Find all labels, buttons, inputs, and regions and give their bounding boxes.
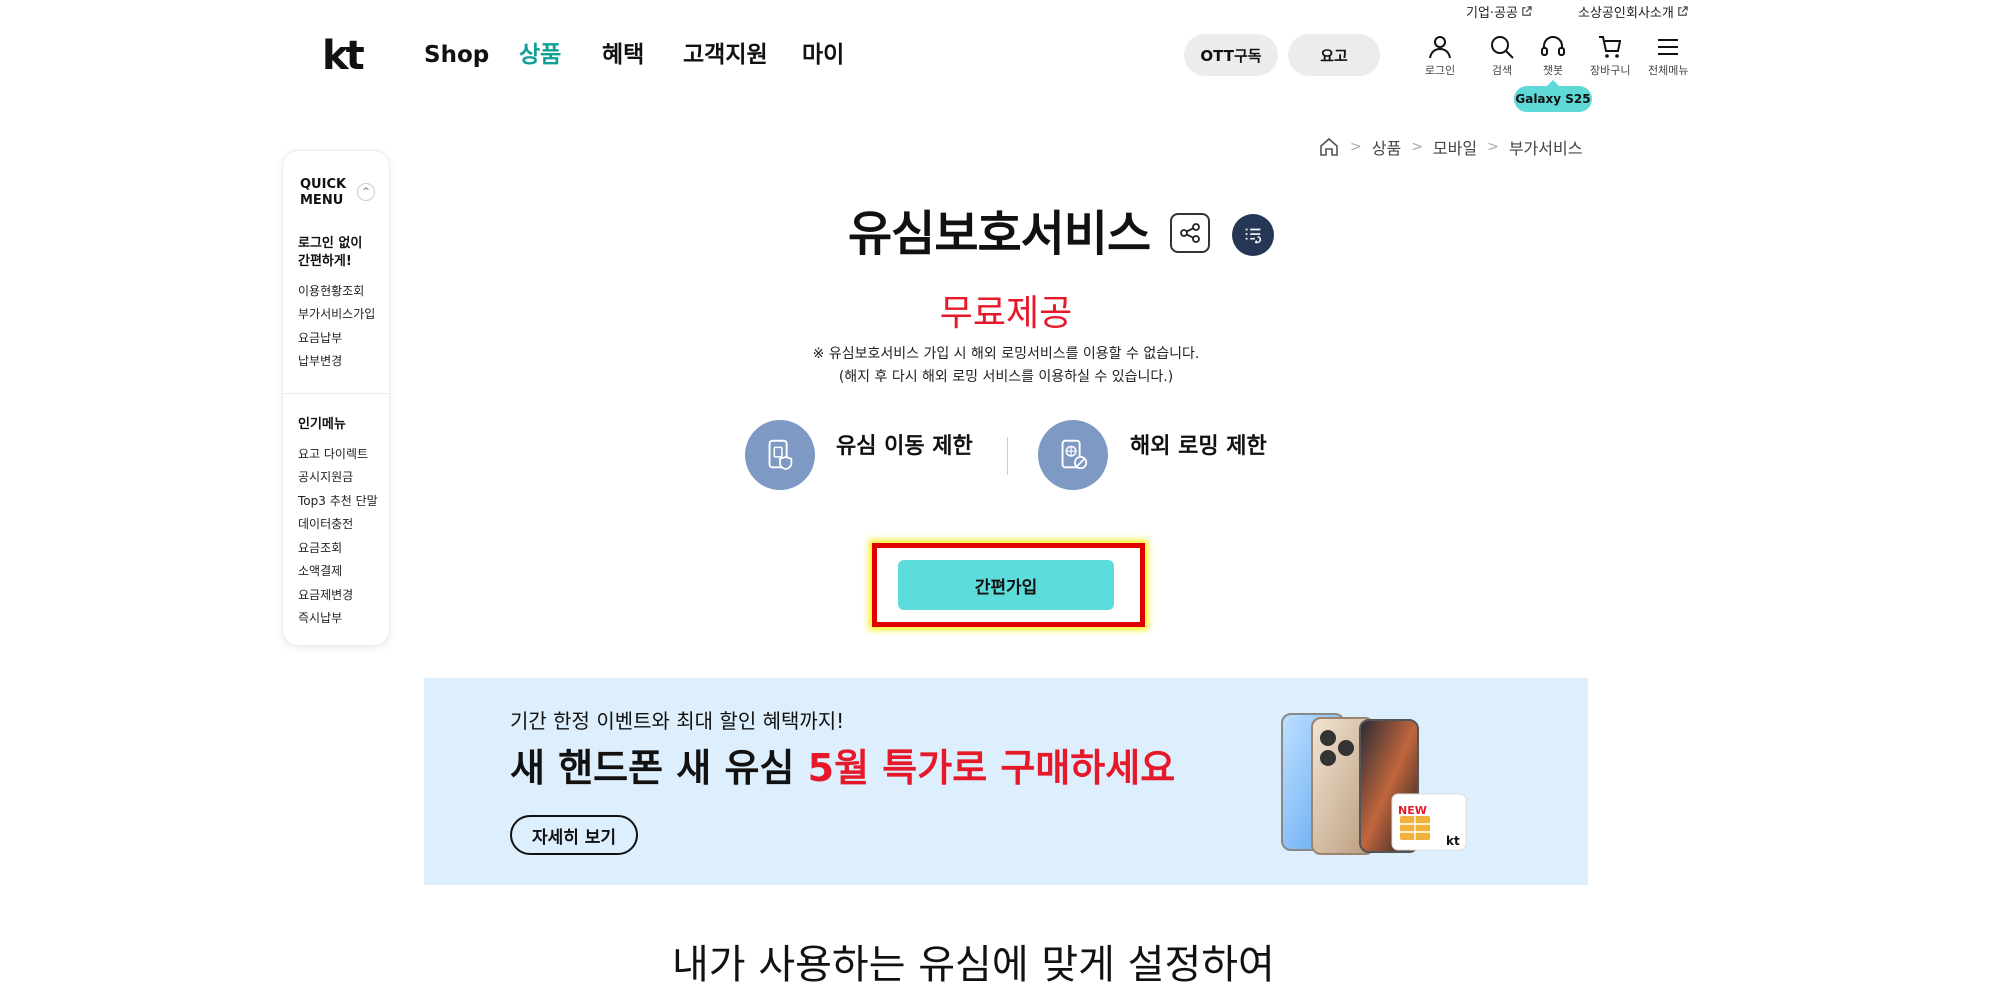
section-heading: 내가 사용하는 유심에 맞게 설정하여 xyxy=(672,942,1275,988)
quick-item-usage[interactable]: 이용현황조회 xyxy=(298,283,364,299)
search-icon xyxy=(1491,36,1514,59)
breadcrumb-addon[interactable]: 부가서비스 xyxy=(1509,135,1583,159)
quick-item-instant-pay[interactable]: 즉시납부 xyxy=(298,610,342,626)
util-link-enterprise[interactable]: 기업·공공 xyxy=(1466,2,1532,21)
page-title: 유심보호서비스 xyxy=(848,206,1151,262)
search-label: 검색 xyxy=(1491,64,1513,77)
feature-divider xyxy=(1007,437,1008,475)
chatbot-button[interactable]: 챗봇 xyxy=(1533,34,1573,78)
quick-item-bill-pay[interactable]: 요금납부 xyxy=(298,330,342,346)
cart-icon xyxy=(1599,36,1622,58)
search-button[interactable]: 검색 xyxy=(1482,34,1522,78)
gnb-shop[interactable]: Shop xyxy=(424,40,489,70)
breadcrumb-products[interactable]: 상품 xyxy=(1372,135,1401,159)
kt-logo[interactable]: kt xyxy=(322,34,365,78)
external-link-icon xyxy=(1678,6,1688,16)
list-button[interactable] xyxy=(1232,214,1274,256)
util-link-company[interactable]: 회사소개 xyxy=(1626,2,1688,21)
notice-line-1: ※ 유심보호서비스 가입 시 해외 로밍서비스를 이용할 수 없습니다. xyxy=(812,346,1200,362)
util-link-label: 회사소개 xyxy=(1626,6,1674,21)
cart-label: 장바구니 xyxy=(1590,64,1631,77)
external-link-icon xyxy=(1522,6,1532,16)
share-icon xyxy=(1180,223,1200,243)
chevron-right-icon: > xyxy=(1350,139,1362,155)
feature-sim-move-restrict: 유심 이동 제한 xyxy=(836,434,973,459)
breadcrumb-mobile[interactable]: 모바일 xyxy=(1433,135,1477,159)
notice-line-2: (해지 후 다시 해외 로밍 서비스를 이용하실 수 있습니다.) xyxy=(838,369,1174,385)
quick-item-top3[interactable]: Top3 추천 단말 xyxy=(298,493,378,509)
chevron-right-icon: > xyxy=(1487,139,1499,155)
galaxy-s25-badge[interactable]: Galaxy S25 xyxy=(1514,80,1592,112)
banner-detail-button[interactable]: 자세히 보기 xyxy=(510,815,638,855)
login-label: 로그인 xyxy=(1424,64,1456,77)
gnb-support[interactable]: 고객지원 xyxy=(683,40,768,70)
quick-item-pay-change[interactable]: 납부변경 xyxy=(298,353,342,369)
sim-new-label: NEW xyxy=(1398,804,1427,817)
cart-button[interactable]: 장바구니 xyxy=(1590,34,1630,78)
feature-roaming-restrict: 해외 로밍 제한 xyxy=(1130,434,1267,459)
headset-icon xyxy=(1541,36,1565,56)
quick-item-micropay[interactable]: 소액결제 xyxy=(298,563,342,579)
quick-menu: QUICK MENU ^ 로그인 없이 간편하게! 이용현황조회 부가서비스가입… xyxy=(282,150,390,646)
gnb-benefits[interactable]: 혜택 xyxy=(602,40,644,70)
list-back-icon xyxy=(1245,228,1261,244)
yogo-button[interactable]: 요고 xyxy=(1288,34,1380,76)
login-button[interactable]: 로그인 xyxy=(1420,34,1460,78)
util-link-label: 소상공인 xyxy=(1578,6,1626,21)
util-link-smallbiz[interactable]: 소상공인 xyxy=(1578,2,1626,21)
breadcrumb: > 상품 > 모바일 > 부가서비스 xyxy=(1318,135,1582,159)
quick-section-title: 로그인 없이 간편하게! xyxy=(298,236,363,269)
chatbot-label: 챗봇 xyxy=(1542,64,1564,77)
banner-title: 새 핸드폰 새 유심 5월 특가로 구매하세요 xyxy=(510,744,1175,792)
quick-item-subsidy[interactable]: 공시지원금 xyxy=(298,469,353,485)
banner-title-black: 새 핸드폰 새 유심 xyxy=(510,746,808,790)
all-menu-button[interactable]: 전체메뉴 xyxy=(1648,34,1688,78)
roaming-block-icon xyxy=(1038,420,1108,490)
home-icon[interactable] xyxy=(1318,136,1340,158)
all-menu-label: 전체메뉴 xyxy=(1648,64,1689,77)
chevron-right-icon: > xyxy=(1411,139,1423,155)
simple-join-button[interactable]: 간편가입 xyxy=(898,560,1114,610)
quick-popular-title: 인기메뉴 xyxy=(298,417,346,432)
banner-subtitle: 기간 한정 이벤트와 최대 할인 혜택까지! xyxy=(510,709,845,733)
share-button[interactable] xyxy=(1170,213,1210,253)
menu-icon xyxy=(1658,39,1678,55)
gnb-products[interactable]: 상품 xyxy=(519,40,561,70)
user-icon xyxy=(1429,36,1451,59)
util-link-label: 기업·공공 xyxy=(1466,6,1518,21)
quick-item-addon-join[interactable]: 부가서비스가입 xyxy=(298,306,375,322)
quick-divider xyxy=(283,393,389,394)
quick-item-bill-check[interactable]: 요금조회 xyxy=(298,540,342,556)
price-label: 무료제공 xyxy=(939,293,1073,334)
gnb-my[interactable]: 마이 xyxy=(802,40,844,70)
banner-title-red: 5월 특가로 구매하세요 xyxy=(807,746,1176,790)
quick-menu-title: QUICK MENU xyxy=(300,177,347,208)
quick-item-plan-change[interactable]: 요금제변경 xyxy=(298,587,353,603)
quick-item-yogo-direct[interactable]: 요고 다이렉트 xyxy=(298,446,368,462)
chevron-up-icon[interactable]: ^ xyxy=(357,183,375,201)
quick-item-data-charge[interactable]: 데이터충전 xyxy=(298,516,353,532)
sim-kt-logo: kt xyxy=(1446,834,1460,848)
sim-lock-icon xyxy=(745,420,815,490)
ott-subscribe-button[interactable]: OTT구독 xyxy=(1184,34,1278,76)
